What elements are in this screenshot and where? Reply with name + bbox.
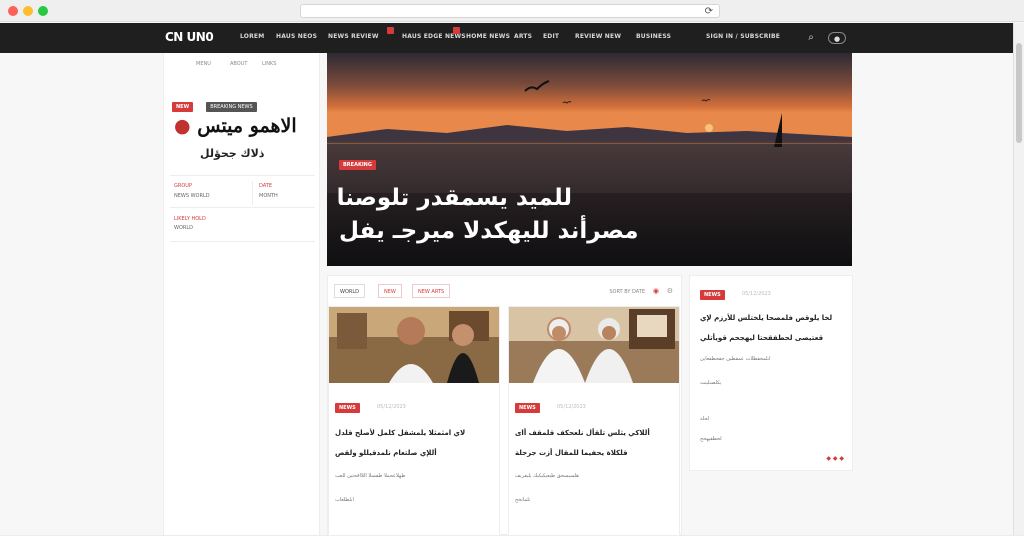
hero-tag[interactable]: BREAKING [339, 160, 376, 170]
refresh-icon[interactable]: ◉ [653, 287, 659, 295]
card-headline[interactable]: قلكلاة يحفيما للمقال أزت جرحلة [515, 449, 628, 457]
sort-label[interactable]: SORT BY DATE [609, 289, 645, 295]
filter-chip[interactable]: NEW [378, 284, 402, 298]
filter-chip[interactable]: NEW ARTS [412, 284, 451, 298]
side-date: 05/12/2023 [742, 291, 771, 297]
sidebar-link[interactable]: MENU [196, 61, 211, 67]
side-meta: لخطقيهخج [700, 436, 722, 442]
sidebar-link[interactable]: ABOUT [230, 61, 247, 67]
share-icons[interactable]: ◆ ◆ ◆ [826, 455, 844, 462]
news-card[interactable]: NEWS 05/12/2023 لاي امثمثلا يلمشقل كلمل … [328, 306, 500, 536]
nav-link[interactable]: ARTS [514, 33, 532, 40]
card-headline[interactable]: لاي امثمثلا يلمشقل كلمل لأصلح قلدل [335, 429, 465, 437]
nav-badge-holder [370, 27, 394, 41]
search-icon[interactable]: ⌕ [805, 32, 817, 44]
maximize-window-button[interactable] [38, 6, 48, 16]
site-logo-text: CN UN0 [165, 30, 214, 44]
card-meta: ابلطلغاب [335, 497, 354, 503]
card-image [329, 307, 499, 383]
card-date: 05/12/2023 [557, 404, 586, 410]
side-headline[interactable]: لخا يلوقص فلمصحا يلختلس للأرزم لإي [700, 314, 832, 322]
close-window-button[interactable] [8, 6, 18, 16]
meta-value: MONTH [259, 193, 278, 199]
sidebar-tags: NEW BREAKING NEWS [172, 93, 257, 112]
side-tag[interactable]: NEWS [700, 290, 725, 300]
sidebar-title-text: الاهمو ميتس [197, 115, 297, 137]
nav-link[interactable]: REVIEW NEW [575, 33, 621, 40]
notification-badge [453, 27, 460, 34]
title-accent-icon: ● [174, 115, 191, 137]
site-logo[interactable]: CN UN0 [165, 30, 214, 44]
browser-chrome: ⟳ [0, 0, 1024, 22]
sidebar-title: ● الاهمو ميتس [174, 115, 297, 137]
hero-headline-line1[interactable]: للميد يسمقدر تلوصنا [337, 185, 572, 211]
side-meta: يكلصتلينث [700, 380, 722, 386]
nav-link[interactable]: LOREM [240, 33, 264, 40]
meta-label: GROUP [174, 183, 192, 189]
card-meta: تلماتخح [515, 497, 531, 503]
nav-link[interactable]: HOME NEWS [466, 33, 510, 40]
address-bar[interactable]: ⟳ [300, 4, 720, 18]
side-headline[interactable]: قعتيصى لحطفقحتا ليهجحم قويأتلي [700, 334, 823, 342]
news-card[interactable]: NEWS 05/12/2023 أللاكي يثلس تلقأل نلعحكف… [508, 306, 680, 536]
nav-badge-holder [448, 27, 460, 41]
site-navbar: CN UN0 LOREM HAUS NEOS NEWS REVIEW HAUS … [0, 23, 1013, 53]
sidebar-subtitle: ذلاك جحؤلل [200, 147, 265, 160]
new-tag[interactable]: NEW [172, 102, 194, 112]
left-sidebar: MENU ABOUT LINKS NEW BREAKING NEWS ● الا… [163, 53, 320, 535]
hero-headline-line2[interactable]: مصرأند لليهكدلا ميرجـ يفل [339, 218, 639, 244]
sidebar-link[interactable]: LINKS [262, 61, 276, 67]
divider [170, 207, 315, 208]
nav-link[interactable]: BUSINESS [636, 33, 671, 40]
breaking-tag[interactable]: BREAKING NEWS [206, 102, 257, 112]
meta-label: LIKELY HOLD [174, 216, 206, 222]
meta-value: WORLD [174, 225, 193, 231]
divider [252, 181, 253, 205]
meta-value: NEWS WORLD [174, 193, 210, 199]
scrollbar-thumb[interactable] [1016, 43, 1022, 143]
card-tag[interactable]: NEWS [335, 403, 360, 413]
side-meta: اىلمخقطلات عمقطين جقخطفعاين [700, 356, 771, 362]
card-date: 05/12/2023 [377, 404, 406, 410]
page-scrollbar[interactable] [1013, 23, 1024, 535]
browser-window: ⟳ CN UN0 LOREM HAUS NEOS NEWS REVIEW HAU… [0, 0, 1024, 536]
user-icon[interactable]: ● [828, 32, 846, 44]
notification-badge [387, 27, 394, 34]
news-grid: WORLD NEW NEW ARTS SORT BY DATE ◉ ⚙ NEWS… [327, 275, 682, 536]
filter-chip[interactable]: WORLD [334, 284, 365, 298]
nav-link[interactable]: EDIT [543, 33, 559, 40]
card-meta: طهلاعحملا طفسلا اللااقحثين للعب [335, 473, 406, 479]
minimize-window-button[interactable] [23, 6, 33, 16]
divider [170, 175, 315, 176]
nav-link[interactable]: HAUS NEOS [276, 33, 317, 40]
nav-link[interactable]: HAUS EDGE NEWS [402, 33, 466, 40]
card-tag[interactable]: NEWS [515, 403, 540, 413]
meta-label: DATE [259, 183, 273, 189]
hero-banner[interactable]: BREAKING للميد يسمقدر تلوصنا مصرأند لليه… [327, 53, 852, 266]
reload-icon[interactable]: ⟳ [705, 5, 713, 18]
settings-icon[interactable]: ⚙ [667, 287, 673, 295]
card-meta: هلسبسخق طيعيكيكيك يلبقريف [515, 473, 579, 479]
side-news-panel[interactable]: NEWS 05/12/2023 لخا يلوقص فلمصحا يلختلس … [689, 275, 853, 471]
side-meta: لحلة [700, 416, 710, 422]
card-headline[interactable]: أللإي صلتعام نلمدقيللو ولقص [335, 449, 437, 457]
card-headline[interactable]: أللاكي يثلس تلقأل نلعحكف قلمقف أاى [515, 429, 650, 437]
card-image [509, 307, 679, 383]
divider [170, 241, 315, 242]
sign-in-link[interactable]: SIGN IN / SUBSCRIBE [706, 33, 780, 40]
